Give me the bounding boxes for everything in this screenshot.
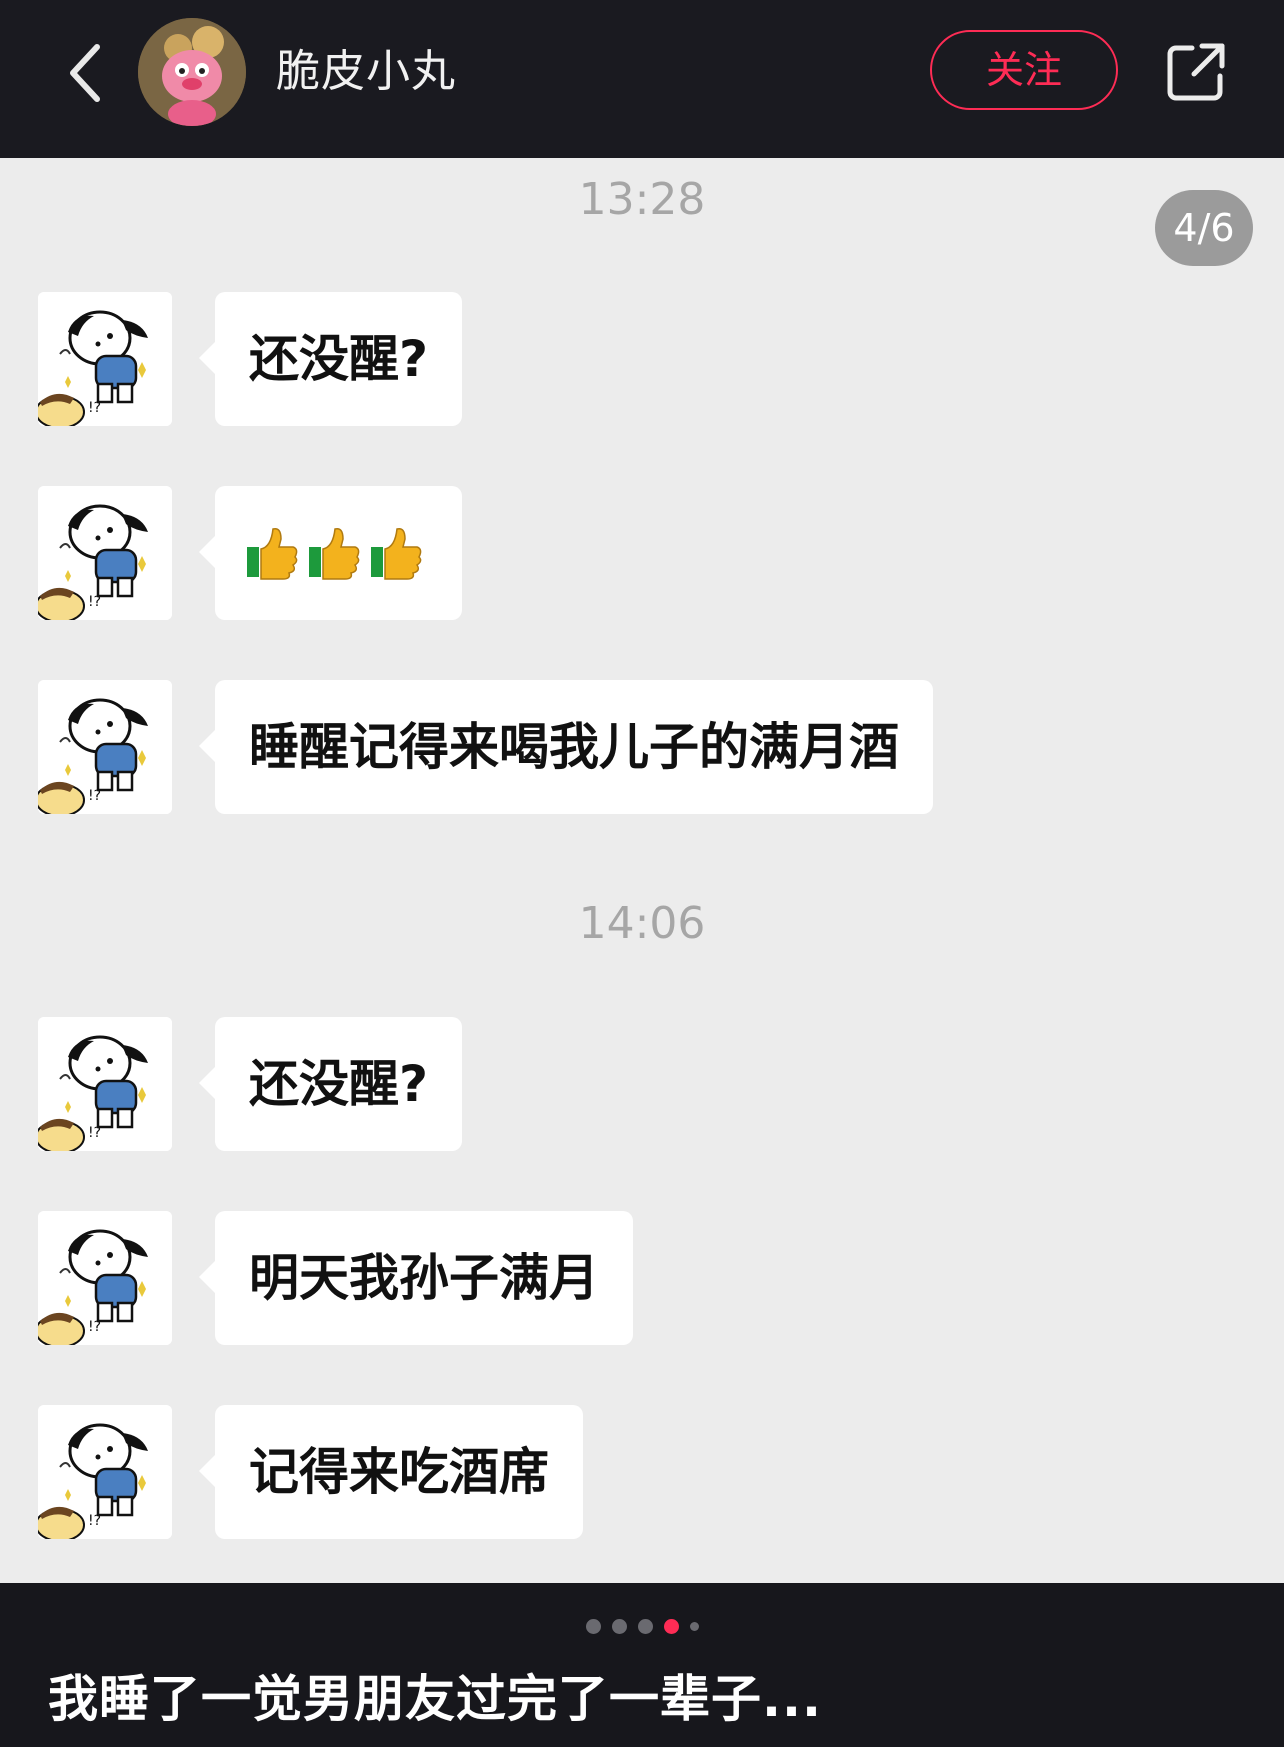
- share-button[interactable]: [1160, 36, 1232, 108]
- carousel-dot[interactable]: [611, 1619, 627, 1634]
- message-row: 还没醒?: [38, 292, 738, 428]
- sender-avatar[interactable]: [38, 680, 172, 814]
- carousel-dot[interactable]: [585, 1619, 601, 1634]
- thumbs-up-icon: [371, 527, 422, 580]
- back-button[interactable]: [50, 38, 120, 108]
- post-caption[interactable]: 我睡了一觉男朋友过完了一辈子...: [48, 1667, 822, 1731]
- message-row: 睡醒记得来喝我儿子的满月酒: [38, 680, 1038, 816]
- message-bubble[interactable]: 明天我孙子满月: [199, 1211, 633, 1345]
- avatar[interactable]: [138, 18, 246, 126]
- carousel-dot[interactable]: [689, 1622, 699, 1631]
- message-bubble[interactable]: 还没醒?: [198, 292, 463, 426]
- sender-avatar[interactable]: [38, 1017, 172, 1151]
- timestamp: 13:28: [578, 174, 706, 225]
- message-row: 记得来吃酒席: [38, 1405, 838, 1541]
- sender-avatar[interactable]: [38, 1405, 172, 1539]
- sender-avatar[interactable]: [38, 292, 172, 426]
- thumbs-up-icon: [309, 527, 360, 580]
- message-row: 明天我孙子满月: [38, 1211, 838, 1347]
- chevron-left-icon: [70, 44, 100, 102]
- carousel-indicator[interactable]: [0, 1619, 1284, 1634]
- carousel-dot[interactable]: [637, 1619, 653, 1634]
- message-bubble[interactable]: 还没醒?: [198, 1017, 463, 1151]
- share-external-icon: [1167, 43, 1225, 101]
- message-row: [38, 486, 738, 622]
- message-bubble[interactable]: 睡醒记得来喝我儿子的满月酒: [199, 680, 933, 814]
- sender-avatar[interactable]: [38, 1211, 172, 1345]
- thumbs-up-icon: [247, 527, 298, 580]
- caption-bar: 我睡了一觉男朋友过完了一辈子...: [0, 1583, 1284, 1747]
- follow-button[interactable]: 关注: [930, 30, 1118, 110]
- carousel-dot-active[interactable]: [663, 1619, 679, 1634]
- user-name[interactable]: 脆皮小丸: [276, 44, 456, 100]
- page-counter-badge: 4/6: [1155, 190, 1253, 266]
- sender-avatar[interactable]: [38, 486, 172, 620]
- message-bubble-emoji[interactable]: [199, 486, 462, 620]
- message-bubble[interactable]: 记得来吃酒席: [199, 1405, 583, 1539]
- timestamp: 14:06: [578, 898, 706, 949]
- top-bar: 脆皮小丸 关注: [0, 0, 1284, 158]
- message-row: 还没醒?: [38, 1017, 738, 1153]
